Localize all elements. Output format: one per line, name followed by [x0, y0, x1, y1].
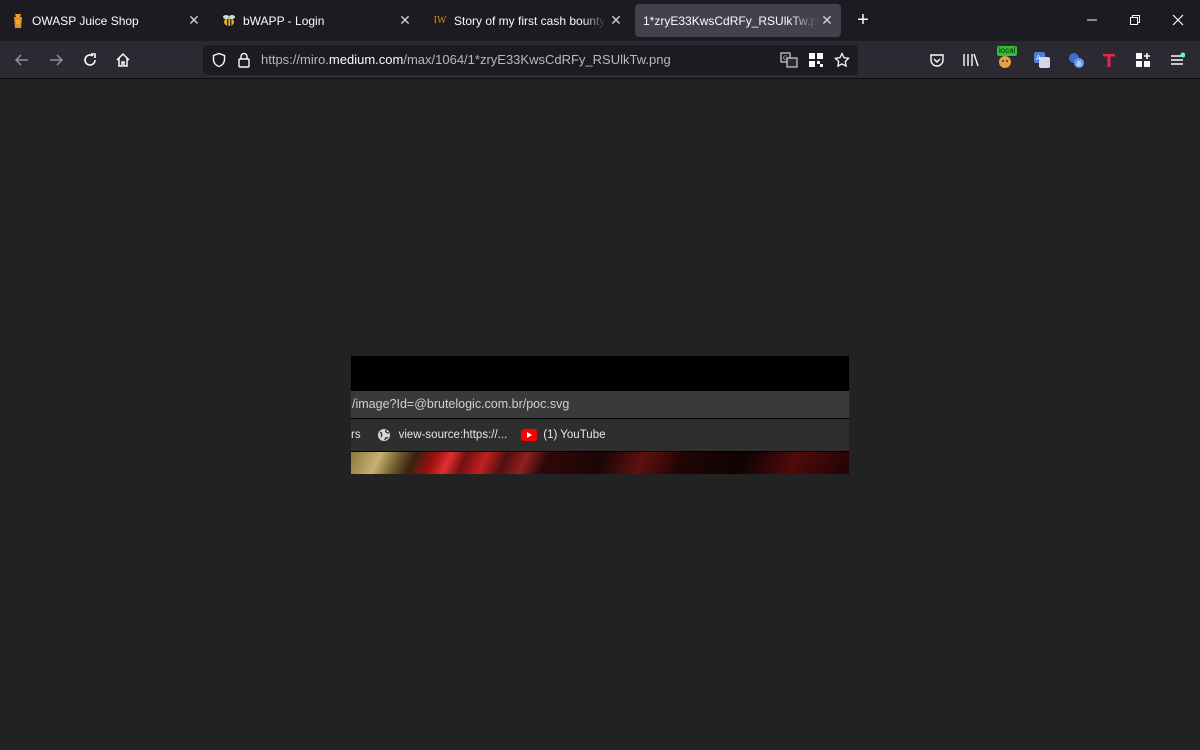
tab-title: bWAPP - Login: [243, 13, 325, 28]
url-path: /max/1064/1*zryE33KwsCdRFy_RSUlkTw.png: [403, 52, 671, 67]
translate-extension-button[interactable]: A: [1030, 48, 1054, 72]
svg-text:G: G: [783, 55, 788, 62]
tab-bwapp-login[interactable]: bWAPP - Login ✕: [213, 4, 419, 37]
image-wallpaper-strip: [351, 452, 849, 474]
home-icon: [116, 52, 130, 67]
bookmark-item: view-source:https://...: [377, 428, 508, 442]
restore-button[interactable]: [1122, 8, 1148, 32]
home-button[interactable]: [111, 48, 135, 72]
back-button[interactable]: [10, 48, 34, 72]
bookmark-label: rs: [351, 429, 361, 441]
bee-icon: [221, 13, 237, 29]
extensions-button[interactable]: [1131, 48, 1155, 72]
extensions-grid-icon: [1136, 53, 1150, 67]
reload-icon: [84, 53, 96, 66]
pocket-button[interactable]: [925, 48, 949, 72]
translate-icon: A: [1034, 52, 1050, 68]
url-scheme: https://miro.: [261, 52, 329, 67]
bookmark-item: (1) YouTube: [521, 429, 605, 441]
tab-png-image[interactable]: 1*zryE33KwsCdRFy_RSUlkTw.png (PNG ✕: [635, 4, 841, 37]
close-icon[interactable]: ✕: [606, 11, 626, 31]
lock-icon[interactable]: [234, 50, 254, 70]
bookmark-star-icon[interactable]: [832, 50, 852, 70]
bookmark-label: view-source:https://...: [398, 429, 508, 441]
t-extension-button[interactable]: [1097, 48, 1121, 72]
url-text[interactable]: https://miro.medium.com/max/1064/1*zryE3…: [261, 45, 671, 75]
address-bar[interactable]: https://miro.medium.com/max/1064/1*zryE3…: [203, 45, 858, 75]
close-icon[interactable]: ✕: [817, 11, 837, 31]
qr-code-icon[interactable]: [806, 50, 826, 70]
hamburger-menu-icon: [1171, 52, 1185, 65]
container-extension-button[interactable]: local: [993, 46, 1018, 72]
forward-button[interactable]: [44, 48, 68, 72]
svg-text:A: A: [1036, 54, 1041, 62]
image-bookmarks-bar: rs view-source:https://... (1) YouTube: [351, 419, 849, 451]
library-button[interactable]: [959, 48, 983, 72]
app-menu-button[interactable]: [1165, 48, 1189, 72]
navigation-toolbar: https://miro.medium.com/max/1064/1*zryE3…: [0, 41, 1200, 79]
tab-owasp-juice-shop[interactable]: OWASP Juice Shop ✕: [2, 4, 208, 37]
shield-icon[interactable]: [209, 50, 229, 70]
image-top-bar: [351, 356, 849, 388]
tab-title: OWASP Juice Shop: [32, 13, 139, 28]
image-viewer: /image?Id=@brutelogic.com.br/poc.svg rs …: [0, 80, 1200, 750]
iw-icon: IW: [433, 15, 447, 26]
pocket-icon: [930, 54, 944, 67]
bookmark-item: rs: [351, 429, 361, 441]
juice-shop-icon: [10, 13, 26, 29]
new-tab-button[interactable]: +: [852, 9, 874, 31]
displayed-image: /image?Id=@brutelogic.com.br/poc.svg rs …: [351, 356, 849, 474]
tab-strip: OWASP Juice Shop ✕ bWAPP - Login ✕ IW St…: [0, 0, 1200, 41]
library-icon: [963, 53, 979, 67]
translate-alt-extension-button[interactable]: あ: [1064, 48, 1088, 72]
tab-story-cash-bounty[interactable]: IW Story of my first cash bounty on ✕: [424, 4, 630, 37]
close-window-button[interactable]: [1165, 8, 1191, 32]
arrow-right-icon: [50, 54, 64, 66]
bookmark-label: (1) YouTube: [543, 429, 606, 441]
local-badge: local: [997, 46, 1018, 56]
youtube-icon: [521, 429, 538, 441]
translate-alt-icon: あ: [1069, 53, 1084, 68]
globe-icon: [377, 429, 390, 441]
svg-text:あ: あ: [1076, 61, 1082, 68]
reload-button[interactable]: [78, 48, 102, 72]
translate-page-icon[interactable]: G: [779, 50, 799, 70]
close-icon[interactable]: ✕: [395, 11, 415, 31]
minimize-button[interactable]: [1079, 8, 1105, 32]
tab-title: 1*zryE33KwsCdRFy_RSUlkTw.png (PNG: [643, 13, 817, 28]
tab-title: Story of my first cash bounty on: [454, 13, 606, 28]
image-url-text: /image?Id=@brutelogic.com.br/poc.svg: [351, 391, 849, 418]
arrow-left-icon: [14, 54, 28, 66]
close-icon[interactable]: ✕: [184, 11, 204, 31]
red-t-icon: [1103, 54, 1115, 67]
url-host: medium.com: [328, 52, 404, 67]
